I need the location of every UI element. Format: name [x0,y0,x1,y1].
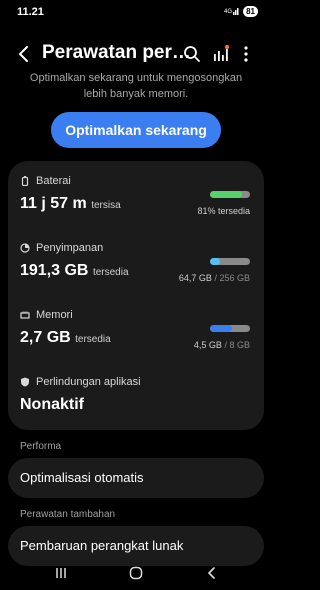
storage-icon [20,243,30,253]
storage-bar [210,258,250,265]
memory-icon [20,311,30,319]
section-extra-title: Perawatan tambahan [20,509,116,520]
storage-row[interactable]: Penyimpanan 191,3 GB tersedia 64,7 GB / … [8,228,264,295]
software-update-label: Pembaruan perangkat lunak [20,538,184,553]
battery-icon [21,176,29,186]
shield-icon [21,377,29,387]
signal-stats-icon[interactable] [211,44,231,64]
status-icons: 4G 81 [224,6,258,17]
app-bar: Perawatan per… [0,38,272,72]
battery-label: Baterai [36,175,71,187]
status-card: Baterai 11 j 57 m tersisa 81% tersedia P… [8,161,264,430]
app-protection-row[interactable]: Perlindungan aplikasi Nonaktif [8,362,264,429]
app-protection-label: Perlindungan aplikasi [36,376,141,388]
optimize-now-button[interactable]: Optimalkan sekarang [51,112,221,148]
memory-available: 2,7 GB tersedia [20,329,111,346]
status-bar: 11.21 4G 81 [0,0,272,28]
navigation-bar [0,558,272,590]
app-protection-status: Nonaktif [20,396,84,413]
memory-label: Memori [36,309,73,321]
memory-bar [210,325,250,332]
storage-available: 191,3 GB tersedia [20,262,129,279]
storage-usage: 64,7 GB / 256 GB [178,273,250,283]
battery-bar [210,191,250,198]
battery-remaining: 11 j 57 m tersisa [20,195,121,212]
home-icon[interactable] [129,566,143,585]
intro-text: Optimalkan sekarang untuk mengosongkan l… [29,72,243,100]
status-time: 11.21 [17,6,44,18]
more-vertical-icon[interactable] [236,44,256,64]
battery-badge: 81 [243,6,258,17]
section-performance-title: Performa [20,441,62,452]
battery-row[interactable]: Baterai 11 j 57 m tersisa 81% tersedia [8,161,264,228]
search-icon[interactable] [182,44,202,64]
signal-icon: 4G [224,6,240,17]
memory-row[interactable]: Memori 2,7 GB tersedia 4,5 GB / 8 GB [8,295,264,362]
auto-optimization-label: Optimalisasi otomatis [20,470,144,485]
recents-icon[interactable] [54,566,68,585]
back-nav-icon[interactable] [205,566,219,585]
auto-optimization-item[interactable]: Optimalisasi otomatis [8,458,264,498]
storage-label: Penyimpanan [36,242,104,254]
svg-text:4G: 4G [224,9,232,15]
page-title: Perawatan per… [42,42,191,63]
memory-usage: 4,5 GB / 8 GB [193,340,250,350]
battery-percent: 81% tersedia [197,206,250,216]
back-icon[interactable] [14,44,34,64]
